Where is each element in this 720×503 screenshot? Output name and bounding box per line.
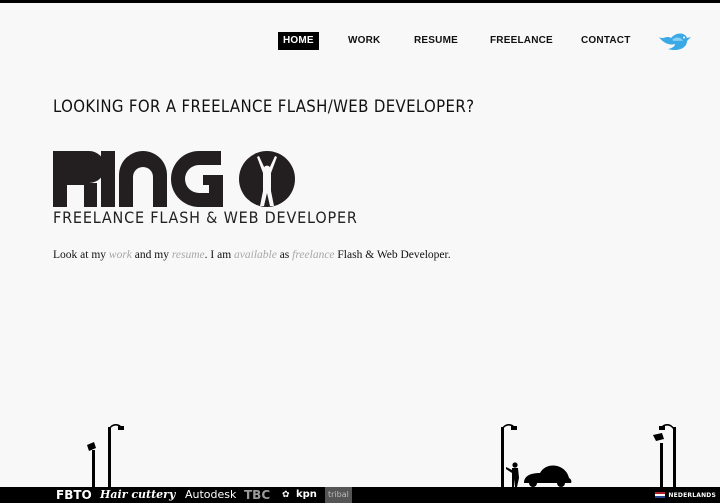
client-logo-bar: FBTO Hair cuttery Autodesk TBC ✿ kpn tri… bbox=[0, 487, 720, 503]
freelance-link[interactable]: freelance bbox=[292, 249, 334, 261]
street-scene-illustration bbox=[87, 423, 676, 487]
car-silhouette bbox=[524, 465, 572, 487]
tagline: FREELANCE FLASH & WEB DEVELOPER bbox=[53, 208, 358, 227]
client-logo-hair-cuttery[interactable]: Hair cuttery bbox=[100, 487, 175, 503]
netherlands-flag-icon bbox=[655, 491, 666, 499]
street-lamp bbox=[108, 427, 111, 487]
client-logo-autodesk[interactable]: Autodesk bbox=[185, 487, 236, 503]
nav-contact[interactable]: CONTACT bbox=[576, 32, 636, 50]
resume-link[interactable]: resume bbox=[172, 249, 205, 261]
person-silhouette bbox=[506, 462, 519, 487]
nav-resume[interactable]: RESUME bbox=[409, 32, 463, 50]
ringo-logo bbox=[53, 151, 295, 207]
language-switch[interactable]: NEDERLANDS bbox=[655, 487, 716, 503]
page-headline: LOOKING FOR A FREELANCE FLASH/WEB DEVELO… bbox=[53, 97, 475, 117]
street-lamp bbox=[660, 443, 663, 487]
nav-freelance[interactable]: FREELANCE bbox=[485, 32, 558, 50]
client-logo-kpn[interactable]: kpn bbox=[296, 487, 317, 503]
street-lamp bbox=[92, 450, 95, 487]
street-lamp bbox=[673, 427, 676, 487]
language-label: NEDERLANDS bbox=[668, 491, 716, 499]
client-logo-fbto[interactable]: FBTO bbox=[56, 487, 92, 503]
client-logo-kpn-icon: ✿ bbox=[282, 490, 290, 500]
client-logo-tribal[interactable]: tribal bbox=[325, 487, 352, 503]
nav-home[interactable]: HOME bbox=[278, 32, 319, 50]
nav-work[interactable]: WORK bbox=[343, 32, 385, 50]
intro-text: Look at my work and my resume. I am avai… bbox=[53, 249, 451, 261]
client-logo-tbc[interactable]: TBC bbox=[244, 487, 270, 503]
intro-part: as bbox=[276, 249, 293, 261]
bird-icon[interactable] bbox=[656, 28, 692, 54]
intro-part: Look at my bbox=[53, 249, 109, 261]
street-lamp bbox=[501, 427, 504, 487]
intro-part: and my bbox=[131, 249, 172, 261]
intro-part: . I am bbox=[204, 249, 235, 261]
intro-part: Flash & Web Developer. bbox=[334, 249, 451, 261]
available-link[interactable]: available bbox=[234, 249, 277, 261]
work-link[interactable]: work bbox=[109, 249, 132, 261]
main-nav: HOME WORK RESUME FREELANCE CONTACT bbox=[0, 32, 720, 54]
